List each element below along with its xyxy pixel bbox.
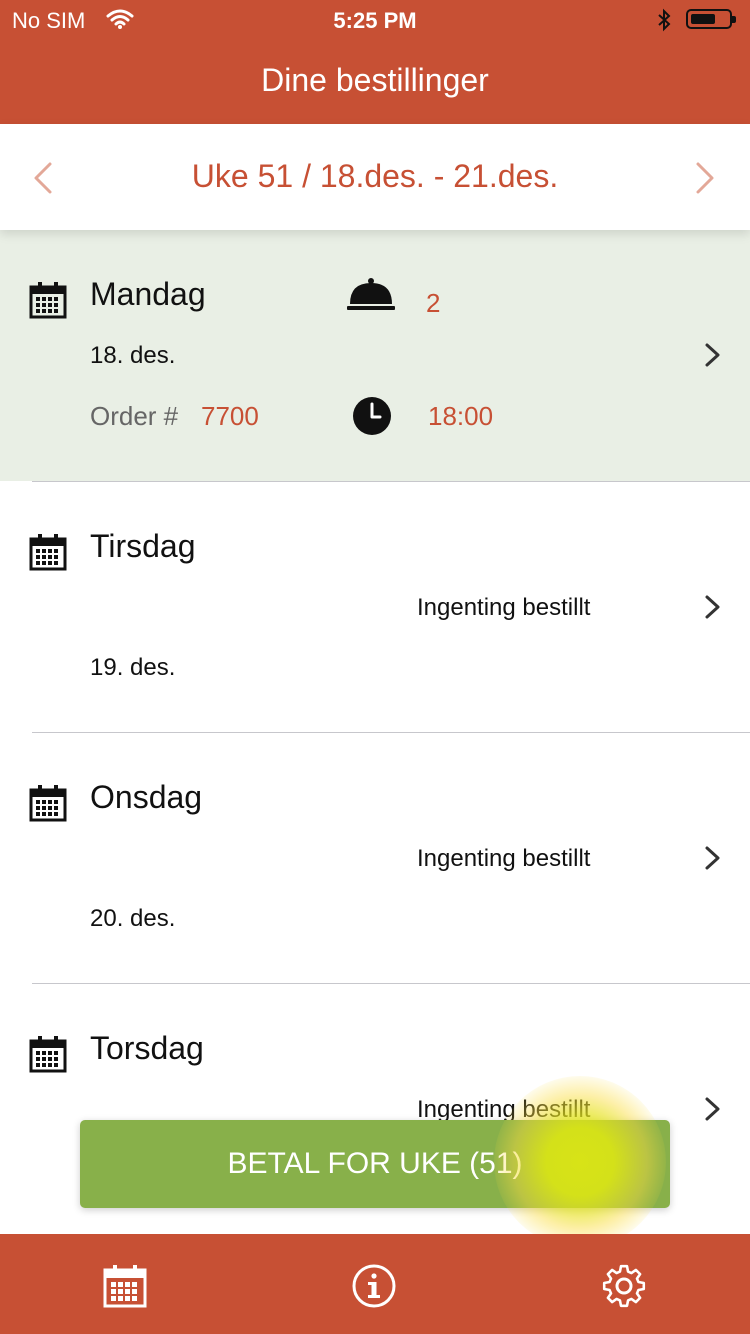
order-number: 7700: [201, 401, 259, 431]
chevron-right-icon: [704, 1096, 722, 1122]
week-selector: Uke 51 / 18.des. - 21.des.: [0, 124, 750, 230]
calendar-icon: [28, 280, 68, 320]
chevron-right-icon: [704, 342, 722, 368]
day-date: 19. des.: [90, 654, 176, 681]
cloche-icon: [347, 278, 395, 310]
day-date: 18. des.: [90, 342, 176, 369]
day-row-tirsdag[interactable]: Tirsdag Ingenting bestillt 19. des.: [0, 482, 750, 732]
order-status: Ingenting bestillt: [417, 594, 591, 621]
week-label: Uke 51 / 18.des. - 21.des.: [191, 158, 559, 194]
day-name: Mandag: [90, 276, 206, 312]
day-row-mandag[interactable]: Mandag 18. des.: [0, 230, 750, 481]
gear-icon[interactable]: [600, 1262, 648, 1310]
day-row-onsdag[interactable]: Onsdag Ingenting bestillt 20. des.: [0, 733, 750, 983]
tab-bar: [0, 1234, 750, 1334]
clock-icon: [353, 397, 391, 435]
day-name: Torsdag: [90, 1030, 204, 1066]
battery-icon: [686, 9, 736, 29]
clock-time: 5:25 PM: [333, 8, 417, 33]
pay-week-button[interactable]: BETAL FOR UKE (51): [80, 1120, 670, 1208]
order-quantity: 2: [426, 288, 441, 318]
order-status: Ingenting bestillt: [417, 845, 591, 872]
app-header: No SIM 5:25 PM Dine bestillinger: [0, 0, 750, 124]
calendar-icon: [28, 532, 68, 572]
info-icon[interactable]: [350, 1262, 398, 1310]
order-label: Order #: [90, 401, 179, 431]
chevron-right-icon: [704, 845, 722, 871]
calendar-icon: [28, 783, 68, 823]
status-bar: No SIM 5:25 PM: [0, 0, 750, 40]
calendar-icon[interactable]: [101, 1262, 149, 1310]
chevron-right-icon: [704, 594, 722, 620]
day-name: Tirsdag: [90, 528, 196, 564]
next-week-chevron-icon[interactable]: [690, 160, 720, 196]
calendar-icon: [28, 1034, 68, 1074]
day-date: 20. des.: [90, 905, 176, 932]
day-name: Onsdag: [90, 779, 203, 815]
page-title: Dine bestillinger: [261, 62, 489, 98]
bluetooth-icon: [658, 8, 671, 32]
order-time: 18:00: [428, 401, 494, 431]
